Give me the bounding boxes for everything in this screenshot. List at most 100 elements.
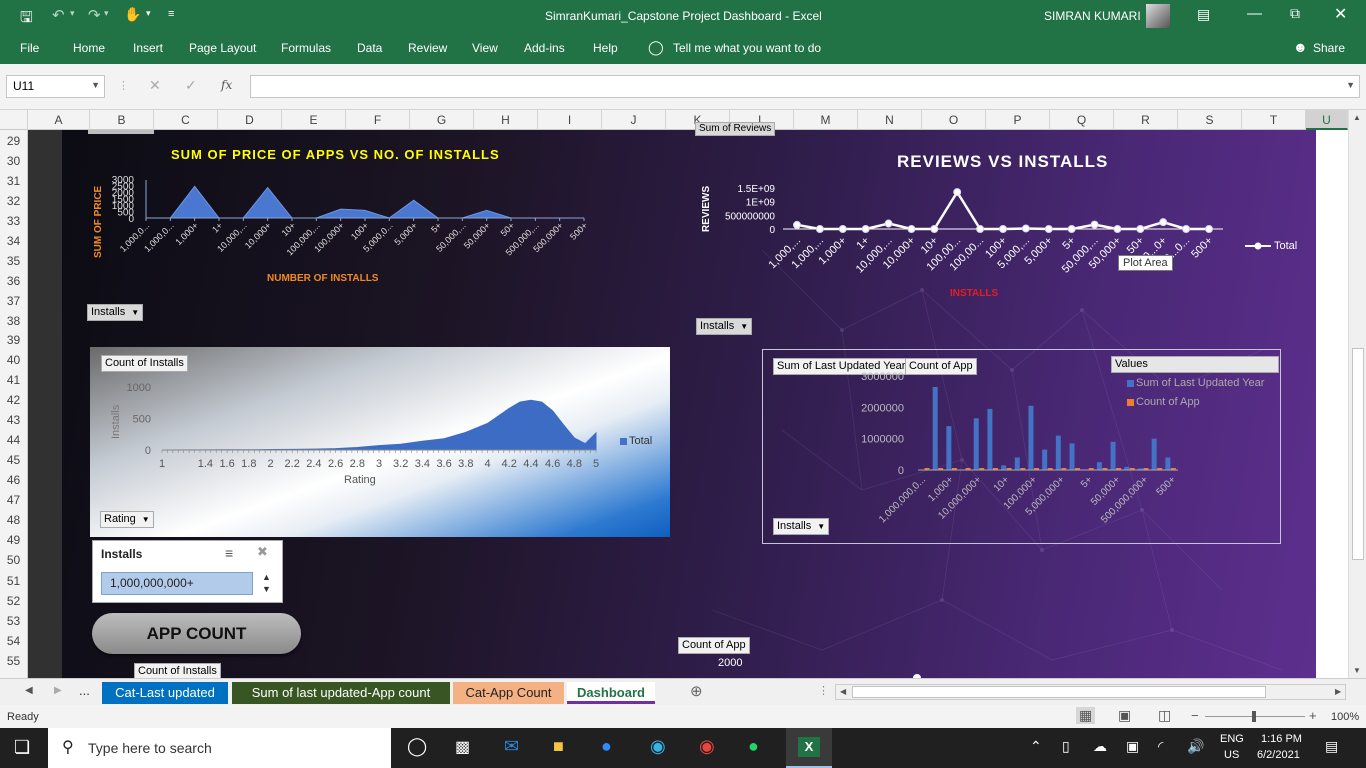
zoom-in-icon[interactable]: + xyxy=(1309,708,1317,723)
page-break-view-icon[interactable]: ◫ xyxy=(1158,707,1171,724)
expand-formula-icon[interactable]: ▼ xyxy=(1346,80,1355,90)
sheet-tab-dashboard[interactable]: Dashboard xyxy=(567,682,655,704)
column-header[interactable]: G xyxy=(410,110,474,130)
taskbar-search-box[interactable]: ⚲ Type here to search xyxy=(48,728,391,768)
row-header[interactable]: 33 xyxy=(0,211,27,231)
row-header[interactable]: 32 xyxy=(0,191,27,211)
page-layout-view-icon[interactable]: ▣ xyxy=(1118,707,1131,724)
redo-icon[interactable]: ↷ xyxy=(88,6,101,24)
vertical-scrollbar[interactable]: ▲ ▼ xyxy=(1348,110,1366,678)
row-header[interactable]: 29 xyxy=(0,131,27,151)
meet-now-icon[interactable]: ▯ xyxy=(1062,738,1070,755)
zoom-app-icon[interactable]: ● xyxy=(601,736,612,757)
normal-view-icon[interactable]: ▦ xyxy=(1076,707,1096,724)
installs-filter-button[interactable]: Installs ▼ xyxy=(696,318,753,335)
row-header[interactable]: 31 xyxy=(0,171,27,191)
scroll-thumb[interactable] xyxy=(1352,348,1364,560)
zoom-level[interactable]: 100% xyxy=(1331,711,1359,723)
sheet-tab-cat-last-updated[interactable]: Cat-Last updated xyxy=(102,682,228,704)
column-header[interactable]: J xyxy=(602,110,666,130)
column-header[interactable]: B xyxy=(90,110,154,130)
row-header[interactable]: 41 xyxy=(0,370,27,390)
row-header[interactable]: 40 xyxy=(0,350,27,370)
row-header[interactable]: 43 xyxy=(0,410,27,430)
edge-icon[interactable]: ◉ xyxy=(650,736,666,757)
row-header[interactable]: 46 xyxy=(0,470,27,490)
chart-reviews-vs-installs[interactable]: Sum of Reviews REVIEWS VS INSTALLS REVIE… xyxy=(695,122,1315,304)
select-all-corner[interactable] xyxy=(0,110,28,130)
tab-page-layout[interactable]: Page Layout xyxy=(189,41,256,55)
row-header[interactable]: 55 xyxy=(0,651,27,671)
cancel-icon[interactable]: ✕ xyxy=(149,77,161,94)
multi-select-icon[interactable]: ≡ xyxy=(225,545,233,561)
touch-mode-icon[interactable]: ✋ xyxy=(124,6,141,23)
chart-last-updated-vs-app-count[interactable]: Sum of Last Updated Year Count of App Va… xyxy=(762,349,1281,544)
tab-home[interactable]: Home xyxy=(73,41,105,55)
app-count-button[interactable]: APP COUNT xyxy=(92,613,301,654)
chevron-down-icon[interactable]: ▼ xyxy=(91,80,100,90)
windows-start-icon[interactable]: ❏ xyxy=(14,737,30,758)
tab-data[interactable]: Data xyxy=(357,41,382,55)
column-header[interactable]: D xyxy=(218,110,282,130)
touch-mode-dropdown-icon[interactable]: ▾ xyxy=(146,8,151,19)
chart-installs-vs-rating[interactable]: Count of Installs Installs Rating 1000 50… xyxy=(90,347,670,537)
splitter-icon[interactable]: ⋮ xyxy=(818,684,829,697)
column-header[interactable]: E xyxy=(282,110,346,130)
tab-scroll-left-icon[interactable]: ◀ xyxy=(25,685,33,696)
row-header[interactable]: 50 xyxy=(0,550,27,570)
input-language[interactable]: ENG xyxy=(1220,733,1244,745)
notifications-icon[interactable]: ▤ xyxy=(1325,738,1338,755)
horizontal-scrollbar[interactable]: ◀ ▶ xyxy=(835,684,1346,700)
scroll-up-icon[interactable]: ▲ xyxy=(1353,113,1361,122)
new-sheet-icon[interactable]: ⊕ xyxy=(690,682,703,700)
formula-input[interactable]: ▼ xyxy=(250,75,1360,98)
pivot-field-count-of-app[interactable]: Count of App xyxy=(678,637,750,654)
sheet-tab-sum-last-updated-app-count[interactable]: Sum of last updated-App count xyxy=(232,682,450,704)
row-header[interactable]: 36 xyxy=(0,271,27,291)
row-header[interactable]: 37 xyxy=(0,291,27,311)
task-view-icon[interactable]: ▩ xyxy=(455,737,470,757)
scroll-down-icon[interactable]: ▼ xyxy=(1353,666,1361,675)
tab-formulas[interactable]: Formulas xyxy=(281,41,331,55)
row-header[interactable]: 45 xyxy=(0,450,27,470)
clock-date[interactable]: 6/2/2021 xyxy=(1257,749,1300,761)
enter-icon[interactable]: ✓ xyxy=(185,77,197,94)
ribbon-display-icon[interactable]: ▤ xyxy=(1197,6,1210,23)
location-icon[interactable]: ▣ xyxy=(1126,738,1139,755)
row-header[interactable]: 30 xyxy=(0,151,27,171)
row-header[interactable]: 48 xyxy=(0,510,27,530)
tab-add-ins[interactable]: Add-ins xyxy=(524,41,565,55)
clear-filter-icon[interactable]: ✖ xyxy=(257,544,268,560)
slicer-scroll-up-icon[interactable]: ▲ xyxy=(262,572,271,582)
share-button[interactable]: Share xyxy=(1313,41,1345,55)
slicer-scroll-down-icon[interactable]: ▼ xyxy=(262,584,271,594)
mail-icon[interactable]: ✉ xyxy=(504,736,519,757)
onedrive-icon[interactable]: ☁ xyxy=(1093,738,1107,755)
installs-filter-button[interactable]: Installs ▼ xyxy=(773,518,830,535)
save-icon[interactable]: 🖫 xyxy=(20,7,33,32)
undo-icon[interactable]: ↶ xyxy=(52,6,65,24)
column-header[interactable]: F xyxy=(346,110,410,130)
installs-filter-button[interactable]: Installs ▼ xyxy=(87,304,144,321)
minimize-icon[interactable]: — xyxy=(1247,5,1262,22)
tab-scroll-right-icon[interactable]: ▶ xyxy=(54,685,62,696)
tab-view[interactable]: View xyxy=(472,41,498,55)
row-header[interactable]: 54 xyxy=(0,631,27,651)
scroll-right-icon[interactable]: ▶ xyxy=(1335,687,1341,696)
row-header[interactable]: 52 xyxy=(0,591,27,611)
redo-dropdown-icon[interactable]: ▾ xyxy=(104,8,109,19)
row-header[interactable]: 53 xyxy=(0,611,27,631)
wifi-icon[interactable]: ◜ xyxy=(1158,738,1163,755)
rating-filter-button[interactable]: Rating ▼ xyxy=(100,511,154,528)
volume-icon[interactable]: 🔊 xyxy=(1187,738,1204,755)
restore-icon[interactable]: ⧉ xyxy=(1290,5,1300,22)
user-name[interactable]: SIMRAN KUMARI xyxy=(1044,9,1141,23)
column-header[interactable]: I xyxy=(538,110,602,130)
tab-review[interactable]: Review xyxy=(408,41,447,55)
scroll-left-icon[interactable]: ◀ xyxy=(840,687,846,696)
excel-taskbar-icon[interactable]: X xyxy=(786,728,832,768)
installs-slicer[interactable]: Installs ≡ ✖ 1,000,000,000+ ▲ ▼ xyxy=(92,540,283,603)
row-header[interactable]: 39 xyxy=(0,330,27,350)
close-icon[interactable]: ✕ xyxy=(1334,4,1347,24)
tell-me-search[interactable]: Tell me what you want to do xyxy=(673,41,821,55)
